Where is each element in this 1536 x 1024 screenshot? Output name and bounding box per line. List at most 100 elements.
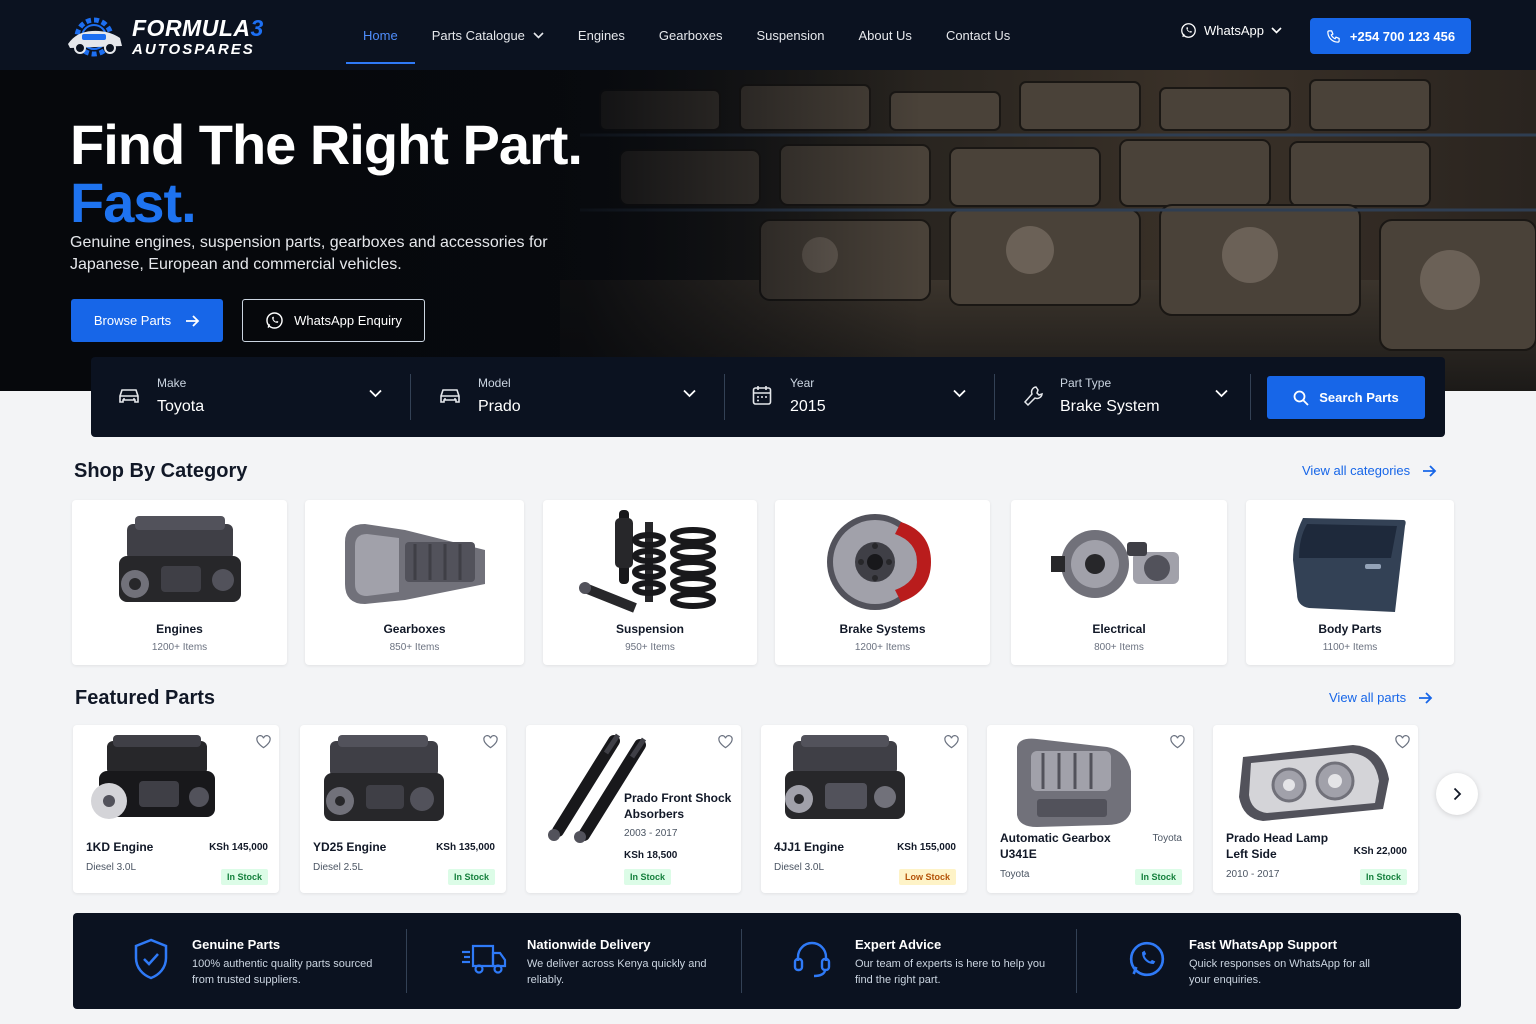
whatsapp-icon: [266, 312, 283, 329]
heart-icon[interactable]: [1395, 735, 1410, 749]
year-value: 2015: [790, 398, 826, 415]
category-card-body-parts[interactable]: Body Parts 1100+ Items: [1246, 500, 1454, 665]
featured-parts-title: Featured Parts: [75, 687, 216, 709]
brand-name: FORMULA: [132, 15, 251, 41]
part-spec: Diesel 2.5L: [313, 862, 364, 873]
heart-icon[interactable]: [483, 735, 498, 749]
nav-home[interactable]: Home: [346, 0, 415, 70]
feature-title: Fast WhatsApp Support: [1189, 937, 1338, 952]
nav-suspension-label: Suspension: [756, 27, 825, 43]
category-card-brake-systems[interactable]: Brake Systems 1200+ Items: [775, 500, 990, 665]
browse-parts-button[interactable]: Browse Parts: [71, 299, 223, 342]
part-card-1kd-engine[interactable]: 1KD Engine KSh 145,000 Diesel 3.0L In St…: [73, 725, 279, 893]
feature-title: Expert Advice: [855, 937, 942, 952]
part-card-prado-shock-absorbers[interactable]: Prado Front Shock Absorbers 2003 - 2017 …: [526, 725, 741, 893]
model-select[interactable]: Model Prado: [411, 357, 725, 437]
alternator-image: [1051, 530, 1179, 598]
truck-icon: [462, 944, 507, 974]
feature-expert-advice: Expert Advice Our team of experts is her…: [742, 913, 1077, 1009]
search-parts-button[interactable]: Search Parts: [1267, 376, 1425, 419]
category-card-gearboxes[interactable]: Gearboxes 850+ Items: [305, 500, 524, 665]
part-spec: 2010 - 2017: [1226, 869, 1280, 880]
part-card-yd25-engine[interactable]: YD25 Engine KSh 135,000 Diesel 2.5L In S…: [300, 725, 506, 893]
category-card-suspension[interactable]: Suspension 950+ Items: [543, 500, 757, 665]
nav-contact-label: Contact Us: [945, 27, 1011, 43]
phone-number: +254 700 123 456: [1349, 28, 1456, 44]
part-price: KSh 155,000: [897, 842, 956, 853]
part-card-automatic-gearbox[interactable]: Automatic Gearbox U341E Toyota Toyota In…: [987, 725, 1193, 893]
suspension-image: [579, 510, 716, 613]
nav-suspension[interactable]: Suspension: [740, 0, 842, 70]
heart-icon[interactable]: [256, 735, 271, 749]
category-card-engines[interactable]: Engines 1200+ Items: [72, 500, 287, 665]
shield-check-icon: [134, 938, 168, 980]
part-spec: Diesel 3.0L: [774, 862, 825, 873]
logo[interactable]: FORMULA3 AUTOSPARES: [64, 14, 264, 60]
category-card-electrical[interactable]: Electrical 800+ Items: [1011, 500, 1227, 665]
part-type-select[interactable]: Part Type Brake System: [995, 357, 1251, 437]
part-spec: 2003 - 2017: [624, 828, 678, 839]
logo-gear-car-icon: [68, 17, 122, 57]
main-menu: Home Parts Catalogue Engines Gearboxes S…: [346, 0, 1027, 70]
headset-icon: [793, 941, 831, 978]
head-lamp-image: [1239, 745, 1389, 821]
stock-badge: Low Stock: [898, 869, 956, 885]
feature-genuine-parts: Genuine Parts 100% authentic quality par…: [73, 913, 407, 1009]
parts-search-bar: Make Toyota Model Prado Year 2015 Part T…: [91, 357, 1445, 437]
hero-subtitle: Genuine engines, suspension parts, gearb…: [70, 234, 548, 273]
engine-image: [785, 735, 905, 819]
whatsapp-enquiry-button[interactable]: WhatsApp Enquiry: [242, 299, 425, 342]
nav-parts-catalogue[interactable]: Parts Catalogue: [415, 0, 561, 70]
hero-banner: Find The Right Part. Fast. Genuine engin…: [0, 70, 1536, 391]
phone-icon: [1327, 29, 1340, 43]
hero-title: Find The Right Part.: [70, 113, 583, 176]
category-count: 850+ Items: [389, 642, 440, 653]
whatsapp-icon: [1181, 23, 1196, 38]
carousel-next-button[interactable]: [1436, 773, 1478, 815]
year-select[interactable]: Year 2015: [725, 357, 995, 437]
car-icon: [119, 389, 139, 403]
top-navbar: FORMULA3 AUTOSPARES Home Parts Catalogue…: [0, 0, 1536, 70]
stock-badge: In Stock: [1359, 869, 1407, 885]
part-price: KSh 145,000: [209, 842, 268, 853]
call-phone-button[interactable]: +254 700 123 456: [1310, 18, 1471, 54]
browse-parts-label: Browse Parts: [93, 313, 172, 328]
hero-title-accent: Fast.: [70, 171, 197, 234]
stock-badge: In Stock: [447, 869, 495, 885]
nav-about-label: About Us: [858, 27, 912, 43]
nav-about-us[interactable]: About Us: [841, 0, 928, 70]
whatsapp-dropdown[interactable]: WhatsApp: [1180, 22, 1282, 39]
view-all-parts-link[interactable]: View all parts: [1329, 690, 1433, 705]
chevron-right-icon: [1453, 787, 1461, 801]
heart-icon[interactable]: [944, 735, 959, 749]
heart-icon[interactable]: [718, 735, 733, 749]
nav-engines-label: Engines: [577, 27, 625, 43]
view-all-categories-link[interactable]: View all categories: [1302, 463, 1437, 478]
part-card-4jj1-engine[interactable]: 4JJ1 Engine KSh 155,000 Diesel 3.0L Low …: [761, 725, 967, 893]
nav-contact-us[interactable]: Contact Us: [929, 0, 1027, 70]
heart-icon[interactable]: [1170, 735, 1185, 749]
nav-parts-catalogue-label: Parts Catalogue: [431, 27, 525, 43]
engine-image: [91, 735, 215, 819]
year-label: Year: [790, 376, 815, 390]
nav-gearboxes[interactable]: Gearboxes: [642, 0, 740, 70]
chevron-down-icon: [369, 389, 382, 398]
nav-engines[interactable]: Engines: [561, 0, 642, 70]
nav-home-label: Home: [363, 27, 398, 43]
whatsapp-label: WhatsApp: [1204, 23, 1264, 38]
chevron-down-icon: [683, 389, 696, 398]
category-name: Engines: [156, 622, 203, 636]
shock-absorber-image: [548, 733, 647, 843]
stock-badge: In Stock: [220, 869, 268, 885]
part-name: Prado Head Lamp Left Side: [1226, 831, 1329, 861]
part-name: YD25 Engine: [313, 840, 387, 854]
view-all-categories-label: View all categories: [1302, 463, 1411, 478]
part-name: 1KD Engine: [86, 840, 154, 854]
category-name: Brake Systems: [839, 622, 926, 636]
chevron-down-icon: [1271, 27, 1282, 34]
chevron-down-icon: [533, 31, 544, 39]
search-icon: [1293, 390, 1309, 406]
whatsapp-enquiry-label: WhatsApp Enquiry: [294, 313, 402, 328]
make-select[interactable]: Make Toyota: [91, 357, 411, 437]
part-card-prado-head-lamp[interactable]: Prado Head Lamp Left Side KSh 22,000 201…: [1213, 725, 1418, 893]
